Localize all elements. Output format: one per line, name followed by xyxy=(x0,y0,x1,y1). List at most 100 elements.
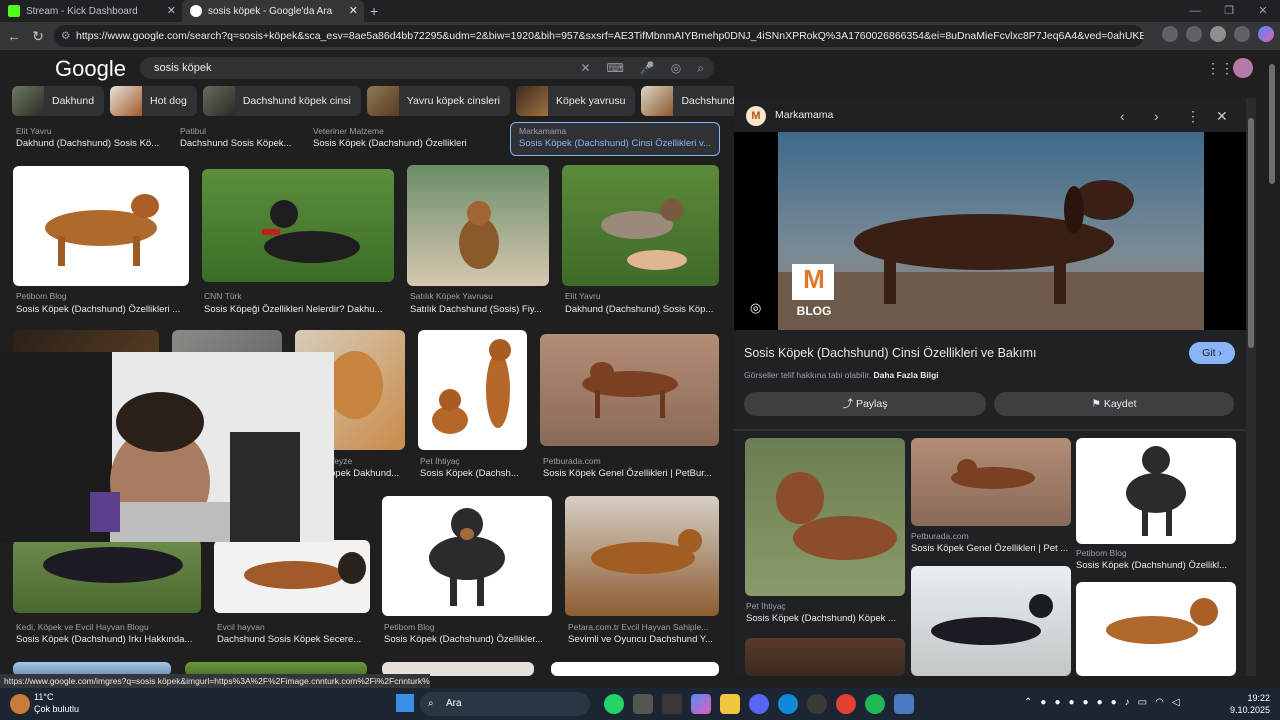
related-image[interactable] xyxy=(745,438,905,596)
start-icon[interactable] xyxy=(396,694,414,712)
tray-app-icon[interactable]: ● xyxy=(1111,697,1117,708)
result-title[interactable]: Dakhund (Dachshund) Sosis Köp... xyxy=(565,304,719,315)
result-title[interactable]: Sosis Köpek (Dachshund) Özellikler... xyxy=(384,634,552,645)
result-title[interactable]: Dakhund (Dachshund) Sosis Kö... xyxy=(16,138,166,149)
profile-icon[interactable] xyxy=(1210,26,1226,42)
clock-date[interactable]: 9.10.2025 xyxy=(1218,705,1270,715)
chip-dachshund-yavru[interactable]: Dachshund yavru xyxy=(641,86,734,116)
avatar[interactable] xyxy=(1233,58,1253,78)
related-image[interactable] xyxy=(911,566,1071,676)
more-info-link[interactable]: Daha Fazla Bilgi xyxy=(873,370,938,380)
wifi-icon[interactable]: ◠ xyxy=(1155,697,1164,708)
url-field[interactable]: ⚙ https://www.google.com/search?q=sosis+… xyxy=(54,25,1144,47)
tray-app-icon[interactable]: ● xyxy=(1083,697,1089,708)
visit-button[interactable]: Git › xyxy=(1189,342,1235,364)
result-image[interactable] xyxy=(540,334,719,446)
related-image[interactable] xyxy=(745,638,905,676)
maximize-icon[interactable]: ❐ xyxy=(1212,0,1246,22)
tab-kick-dashboard[interactable]: Stream - Kick Dashboard ✕ xyxy=(0,0,182,22)
lens-icon[interactable]: ◎ xyxy=(750,300,761,316)
close-tab-icon[interactable]: ✕ xyxy=(167,4,176,17)
microphone-icon[interactable]: 🎤 xyxy=(640,57,655,79)
extensions-icon[interactable] xyxy=(1162,26,1178,42)
store-icon[interactable] xyxy=(662,694,682,714)
favorites-icon[interactable] xyxy=(1186,26,1202,42)
result-image[interactable] xyxy=(382,496,552,616)
previous-icon[interactable]: ‹ xyxy=(1120,108,1125,124)
result-title[interactable]: Sosis Köpeği Özellikleri Nelerdir? Dakhu… xyxy=(204,304,394,315)
chip-dakhund[interactable]: Dakhund xyxy=(12,86,105,116)
next-icon[interactable]: › xyxy=(1154,108,1159,124)
back-icon[interactable]: ← xyxy=(2,28,26,44)
result-title[interactable]: Sevimli ve Oyuncu Dachshund Y... xyxy=(568,634,718,645)
tab-google-search[interactable]: sosis köpek - Google'da Ara ✕ xyxy=(182,0,364,22)
obs-icon[interactable] xyxy=(807,694,827,714)
copilot-app-icon[interactable] xyxy=(691,694,711,714)
result-image[interactable] xyxy=(562,165,719,286)
close-tab-icon[interactable]: ✕ xyxy=(349,4,358,17)
result-title[interactable]: Sosis Köpek Genel Özellikleri | PetBur..… xyxy=(543,468,719,479)
result-image[interactable] xyxy=(407,165,549,286)
lens-icon[interactable]: ◎ xyxy=(671,57,681,79)
result-title[interactable]: Sosis Köpek (Dachshund) Özellikleri xyxy=(313,138,493,149)
menu-icon[interactable] xyxy=(1234,26,1250,42)
edge-icon[interactable] xyxy=(778,694,798,714)
preview-image[interactable]: M BLOG ◎ xyxy=(734,132,1246,330)
result-title[interactable]: Dachshund Sosis Köpek... xyxy=(180,138,300,149)
related-title[interactable]: Sosis Köpek (Dachshund) Köpek ... xyxy=(746,613,904,624)
panel-source[interactable]: Markamama xyxy=(775,109,833,121)
chip-kopek-yavrusu[interactable]: Köpek yavrusu xyxy=(515,86,636,116)
discord-icon[interactable] xyxy=(749,694,769,714)
close-panel-icon[interactable]: ✕ xyxy=(1216,108,1228,125)
tray-app-icon[interactable]: ● xyxy=(1068,697,1074,708)
related-image[interactable] xyxy=(1076,438,1236,544)
app-icon[interactable] xyxy=(894,694,914,714)
result-image[interactable] xyxy=(202,169,394,282)
minimize-icon[interactable]: — xyxy=(1178,0,1212,22)
result-title[interactable]: Dachshund Sosis Köpek Secere... xyxy=(217,634,367,645)
clock-time[interactable]: 19:22 xyxy=(1228,693,1270,703)
microphone-icon[interactable]: ♪ xyxy=(1125,697,1130,708)
search-icon[interactable]: ⌕ xyxy=(697,57,704,79)
chip-dachshund-kopek-cinsi[interactable]: Dachshund köpek cinsi xyxy=(202,86,361,116)
whatsapp-icon[interactable] xyxy=(604,694,624,714)
taskbar-search[interactable]: ⌕ Ara xyxy=(420,692,590,716)
new-tab-icon[interactable]: + xyxy=(370,3,378,19)
chip-hot-dog[interactable]: Hot dog xyxy=(110,86,197,116)
result-image[interactable] xyxy=(551,662,719,676)
spotify-icon[interactable] xyxy=(865,694,885,714)
result-image[interactable] xyxy=(13,540,201,613)
chrome-icon[interactable] xyxy=(836,694,856,714)
tray-app-icon[interactable]: ● xyxy=(1040,697,1046,708)
copilot-icon[interactable] xyxy=(1258,26,1274,42)
result-title[interactable]: Sosis Köpek (Dachshund) Özellikleri ... xyxy=(16,304,186,315)
display-icon[interactable]: ▭ xyxy=(1138,697,1147,708)
result-title[interactable]: Sosis Köpek (Dachsh... xyxy=(420,468,525,479)
share-button[interactable]: ⤴ Paylaş xyxy=(744,392,986,416)
page-scrollbar[interactable] xyxy=(1266,50,1278,674)
chevron-up-icon[interactable]: ⌃ xyxy=(1024,697,1032,708)
tray-app-icon[interactable]: ● xyxy=(1097,697,1103,708)
google-logo[interactable]: Google xyxy=(55,56,126,82)
related-image[interactable] xyxy=(911,438,1071,526)
clear-search-icon[interactable]: ✕ xyxy=(580,57,590,79)
result-image[interactable] xyxy=(418,330,527,450)
chip-yavru-kopek-cinsleri[interactable]: Yavru köpek cinsleri xyxy=(366,86,510,116)
reload-icon[interactable]: ↻ xyxy=(26,28,50,45)
result-image[interactable] xyxy=(565,496,719,616)
more-options-icon[interactable]: ⋮ xyxy=(1186,108,1200,125)
tray-app-icon[interactable]: ● xyxy=(1054,697,1060,708)
related-title[interactable]: Sosis Köpek (Dachshund) Özellikl... xyxy=(1076,560,1234,571)
panel-scrollbar[interactable] xyxy=(1246,98,1256,676)
site-info-icon[interactable]: ⚙ xyxy=(61,25,70,47)
related-title[interactable]: Sosis Köpek Genel Özellikleri | Pet ... xyxy=(911,543,1069,554)
close-window-icon[interactable]: ✕ xyxy=(1246,0,1280,22)
result-image[interactable] xyxy=(214,540,370,613)
file-explorer-icon[interactable] xyxy=(720,694,740,714)
keyboard-icon[interactable]: ⌨ xyxy=(607,57,624,79)
selected-result-highlight[interactable]: Markamama Sosis Köpek (Dachshund) Cinsi … xyxy=(510,122,720,156)
panel-title[interactable]: Sosis Köpek (Dachshund) Cinsi Özellikler… xyxy=(744,346,1174,360)
result-title[interactable]: öpek Dakhund... xyxy=(330,468,410,479)
result-title[interactable]: Satılık Dachshund (Sosis) Fiy... xyxy=(410,304,550,315)
volume-icon[interactable]: ◁ xyxy=(1172,697,1180,708)
